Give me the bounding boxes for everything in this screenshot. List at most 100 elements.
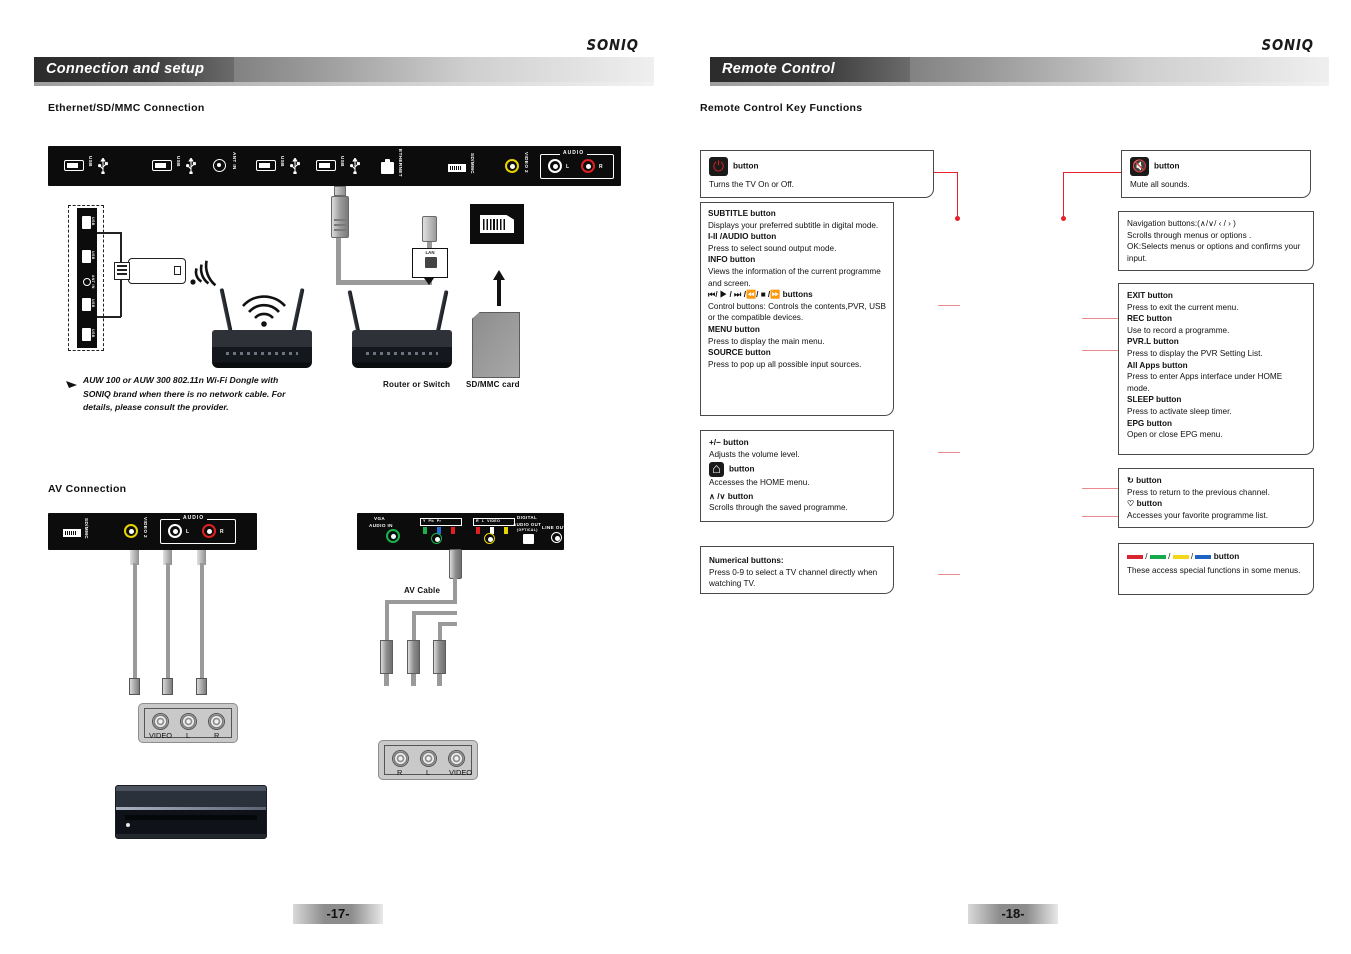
av-plug-tip-2 <box>411 674 416 686</box>
label-home: button <box>729 464 755 474</box>
usb-strip-panel: USB USB ANT IN USB USB <box>77 208 97 348</box>
caption-router: Router or Switch <box>383 380 451 389</box>
jack-label-left-2: L <box>426 768 431 777</box>
rca-audio-left-icon <box>548 159 562 173</box>
callout-mute-title: button <box>1154 161 1180 171</box>
label-color-buttons: button <box>1213 552 1240 561</box>
rca-audio-left-icon-av <box>168 524 182 538</box>
text-nav-2: Scrolls through menus or options . <box>1127 230 1252 240</box>
label-sleep: SLEEP button <box>1127 395 1182 405</box>
text-sleep: Press to activate sleep timer. <box>1127 406 1232 416</box>
av-cable-main-plug <box>449 549 462 579</box>
av-audio-group-label: AUDIO <box>180 515 208 521</box>
label-channel: ∧ /∨ button <box>709 491 754 501</box>
lan-port-icon <box>425 257 437 268</box>
rca-video-jack-icon <box>505 159 519 173</box>
port-label-sd-mmc: SD/MMC <box>470 153 475 175</box>
router-antenna-right <box>291 288 305 332</box>
av-audio-left-label: L <box>186 529 190 535</box>
color-bar-red <box>1127 555 1143 559</box>
label-recall: ↻ button <box>1127 476 1162 485</box>
port-label-video-2: VIDEO 2 <box>524 152 529 173</box>
rca-audio-right-icon-av <box>202 524 216 538</box>
leader-subtitle <box>938 305 960 307</box>
av-label-line-out: LINE OUT <box>542 525 567 530</box>
rca-component-icon <box>431 533 442 544</box>
label-volume: +/− button <box>709 438 749 447</box>
callout-volume-group: +/− button Adjusts the volume level. but… <box>700 430 894 522</box>
av-plug-tip-1 <box>384 674 389 686</box>
text-nav-3: OK:Selects menus or options and confirms… <box>1127 242 1301 263</box>
label-numeric: Numerical buttons: <box>709 556 784 565</box>
sd-mmc-card <box>472 312 520 378</box>
usb-strip-label-2: USB <box>91 251 95 260</box>
color-bar-yellow <box>1172 555 1189 559</box>
av-port-panel-left: SD/MMC VIDEO 2 AUDIO L R <box>48 513 257 550</box>
av-label-composite: R L VIDEO <box>476 519 501 523</box>
text-home: Accesses the HOME menu. <box>709 478 810 488</box>
usb-strip-label-ant: ANT IN <box>91 275 95 289</box>
usb-trident-icon-4 <box>350 157 360 179</box>
wifi-waves-router <box>240 290 288 333</box>
jack-label-video-2: VIDEO <box>449 768 472 777</box>
usb-strip-label-3: USB <box>91 299 95 308</box>
rca-vga-audio-in-icon <box>386 529 400 543</box>
page-title-bar: Connection and setup <box>34 57 654 86</box>
port-label-usb-4: USB <box>340 156 345 167</box>
callout-subtitle-group: SUBTITLE button Displays your preferred … <box>700 202 894 416</box>
leader-nav <box>1082 318 1118 320</box>
callout-mute: button Mute all sounds. <box>1121 150 1311 198</box>
text-volume: Adjusts the volume level. <box>709 449 800 459</box>
section-heading-ethernet: Ethernet/SD/MMC Connection <box>48 102 205 114</box>
port-label-usb-1: USB <box>88 156 93 167</box>
av-port-label-video-2: VIDEO 2 <box>143 517 148 538</box>
sd-mmc-slot-icon <box>448 164 466 172</box>
rca-plug-video-bottom <box>129 678 140 695</box>
bracket-line-top <box>97 232 121 234</box>
text-recall: Press to return to the previous channel. <box>1127 487 1270 497</box>
page-remote-control: SONIQ Remote Control Remote Control Key … <box>676 0 1351 954</box>
av-cable-trunk <box>453 578 457 602</box>
ethernet-connector-body <box>331 196 349 238</box>
leader-num <box>938 574 960 576</box>
antenna-jack-icon <box>213 159 226 172</box>
usb-strip-label-1: USB <box>91 217 95 226</box>
dongle-usb-plug <box>114 262 130 280</box>
text-numeric: Press 0-9 to select a TV channel directl… <box>709 567 878 589</box>
usb-strip-label-4: USB <box>91 329 95 338</box>
label-source: SOURCE button <box>708 348 771 358</box>
jack-label-right-2: R <box>397 768 403 777</box>
av-cable-plug-1 <box>380 640 393 674</box>
text-nav-1: Navigation buttons:(∧/∨/ ‹ / › ) <box>1127 219 1236 228</box>
jack-left-2 <box>420 750 437 767</box>
antenna-jack-icon-strip <box>83 278 91 286</box>
usb-port-icon <box>64 160 84 171</box>
rca-cable-left <box>166 563 170 683</box>
text-epg: Open or close EPG menu. <box>1127 430 1223 440</box>
av-audio-right-label: R <box>220 529 225 535</box>
rca-video2-jack-icon-av <box>124 524 138 538</box>
label-transport: ⏮/ ▶ / ⏭ /⏪/ ■ /⏩ buttons <box>708 290 813 300</box>
rear-port-panel-top: USB USB ANT IN USB USB ETHERNET SD/MMC V… <box>48 146 621 186</box>
text-color-buttons: These access special functions in some m… <box>1127 565 1301 575</box>
rca-plug-left-bottom <box>162 678 173 695</box>
label-subtitle: SUBTITLE button <box>708 209 776 218</box>
callout-exit-group: EXIT button Press to exit the current me… <box>1118 283 1314 455</box>
text-menu: Press to display the main menu. <box>708 336 825 346</box>
jack-label-video: VIDEO <box>149 731 172 740</box>
leader-mute-h <box>1064 172 1121 174</box>
bracket-line-bottom <box>97 316 121 318</box>
callout-power: button Turns the TV On or Off. <box>700 150 934 198</box>
mute-icon <box>1130 157 1149 176</box>
av-cable-branch-h2 <box>412 611 457 615</box>
leader-power-h <box>934 172 958 174</box>
router2-antenna-right <box>435 290 449 334</box>
label-allapps: All Apps button <box>1127 360 1188 370</box>
callout-color-group: / / / button These access special functi… <box>1118 543 1314 595</box>
leader-vol <box>938 452 960 454</box>
device-jack-panel-right: R L VIDEO <box>378 740 478 780</box>
lan-callout: LAN <box>412 248 448 278</box>
home-icon <box>709 459 724 478</box>
callout-recall-group: ↻ button Press to return to the previous… <box>1118 468 1314 528</box>
text-fav: Accesses your favorite programme list. <box>1127 510 1269 520</box>
